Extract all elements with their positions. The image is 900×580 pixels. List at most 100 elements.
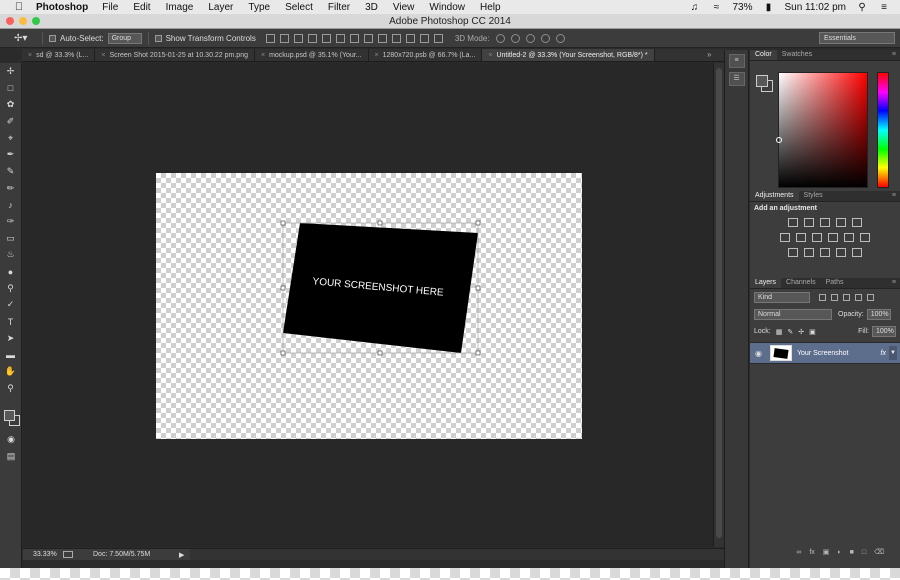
canvas-area[interactable]: YOUR SCREENSHOT HERE bbox=[23, 63, 713, 547]
auto-select-dropdown[interactable]: Group bbox=[107, 32, 142, 44]
selective-color-icon[interactable] bbox=[836, 248, 846, 257]
menu-file[interactable]: File bbox=[102, 2, 118, 13]
menu-layer[interactable]: Layer bbox=[208, 2, 233, 13]
new-layer-icon[interactable]: □ bbox=[862, 549, 866, 556]
eyedropper-tool-icon[interactable]: ✒ bbox=[0, 146, 21, 163]
move-tool-preset-icon[interactable]: ✢▾ bbox=[14, 33, 36, 44]
shape-filter-icon[interactable] bbox=[855, 294, 862, 301]
foreground-color-swatch[interactable] bbox=[4, 410, 15, 421]
threshold-icon[interactable] bbox=[820, 248, 830, 257]
tab-layers[interactable]: Layers bbox=[750, 278, 782, 288]
close-tab-icon[interactable]: × bbox=[101, 49, 105, 61]
path-selection-tool-icon[interactable]: ➤ bbox=[0, 330, 21, 347]
close-window-button[interactable] bbox=[6, 17, 14, 25]
wifi-icon[interactable]: ≈ bbox=[710, 2, 722, 13]
color-swatches[interactable] bbox=[4, 410, 20, 426]
status-menu-arrow-icon[interactable]: ▶ bbox=[179, 551, 184, 559]
blend-mode-dropdown[interactable]: Normal bbox=[754, 309, 832, 320]
curves-icon[interactable] bbox=[820, 218, 830, 227]
add-style-icon[interactable]: fx bbox=[809, 549, 814, 556]
expand-effects-icon[interactable]: ▼ bbox=[889, 346, 897, 360]
lock-pixels-icon[interactable]: ✎ bbox=[787, 328, 793, 336]
new-fill-layer-icon[interactable]: ◐ bbox=[837, 549, 841, 556]
align-left-icon[interactable] bbox=[307, 33, 317, 43]
panel-menu-icon[interactable]: ≡ bbox=[892, 191, 896, 201]
channel-mixer-icon[interactable] bbox=[844, 233, 854, 242]
tab-color[interactable]: Color bbox=[750, 50, 777, 60]
menu-help[interactable]: Help bbox=[480, 2, 501, 13]
fill-input[interactable]: 100% bbox=[872, 326, 896, 337]
dodge-tool-icon[interactable]: ⚲ bbox=[0, 280, 21, 297]
3d-roll-icon[interactable] bbox=[510, 33, 520, 43]
horizontal-scrollbar[interactable] bbox=[190, 549, 724, 560]
clone-stamp-tool-icon[interactable]: ♪ bbox=[0, 197, 21, 214]
list-icon[interactable]: ≡ bbox=[878, 2, 890, 13]
black-white-icon[interactable] bbox=[812, 233, 822, 242]
menu-window[interactable]: Window bbox=[429, 2, 465, 13]
menu-app-name[interactable]: Photoshop bbox=[36, 2, 88, 13]
panel-menu-icon[interactable]: ≡ bbox=[892, 50, 896, 60]
brush-tool-icon[interactable]: ✏ bbox=[0, 180, 21, 197]
tab-swatches[interactable]: Swatches bbox=[777, 50, 817, 60]
hue-saturation-icon[interactable] bbox=[780, 233, 790, 242]
align-bottom-icon[interactable] bbox=[293, 33, 303, 43]
opacity-input[interactable]: 100% bbox=[866, 309, 891, 320]
quick-mask-icon[interactable]: ◉ bbox=[0, 431, 22, 448]
distribute-left-icon[interactable] bbox=[391, 33, 401, 43]
layer-effects-icon[interactable]: fx bbox=[881, 350, 886, 357]
share-icon[interactable] bbox=[63, 551, 73, 558]
distribute-vcenter-icon[interactable] bbox=[363, 33, 373, 43]
exposure-icon[interactable] bbox=[836, 218, 846, 227]
posterize-icon[interactable] bbox=[804, 248, 814, 257]
move-tool-icon[interactable]: ✢ bbox=[0, 63, 21, 80]
color-picker-field[interactable] bbox=[778, 72, 868, 188]
align-vcenter-icon[interactable] bbox=[279, 33, 289, 43]
workspace-switcher[interactable]: Essentials bbox=[819, 32, 895, 44]
quick-select-tool-icon[interactable]: ✐ bbox=[0, 113, 21, 130]
link-layers-icon[interactable]: ∞ bbox=[796, 549, 801, 556]
menu-select[interactable]: Select bbox=[285, 2, 313, 13]
invert-icon[interactable] bbox=[788, 248, 798, 257]
layer-row-your-screenshot[interactable]: ◉ Your Screenshot fx ▼ bbox=[750, 342, 900, 364]
distribute-bottom-icon[interactable] bbox=[377, 33, 387, 43]
adjustment-filter-icon[interactable] bbox=[831, 294, 838, 301]
zoom-tool-icon[interactable]: ⚲ bbox=[0, 380, 21, 397]
bell-icon[interactable]: ♫ bbox=[688, 2, 700, 13]
new-group-icon[interactable]: ■ bbox=[850, 549, 854, 556]
history-brush-tool-icon[interactable]: ✑ bbox=[0, 213, 21, 230]
tab-styles[interactable]: Styles bbox=[799, 191, 828, 201]
distribute-top-icon[interactable] bbox=[349, 33, 359, 43]
align-right-icon[interactable] bbox=[335, 33, 345, 43]
color-picker-cursor[interactable] bbox=[776, 137, 782, 143]
screenshot-layer-artwork[interactable]: YOUR SCREENSHOT HERE bbox=[156, 173, 582, 439]
close-tab-icon[interactable]: × bbox=[28, 49, 32, 61]
close-tab-icon[interactable]: × bbox=[488, 49, 492, 61]
battery-icon[interactable]: ▮ bbox=[762, 2, 774, 13]
3d-rotate-icon[interactable] bbox=[495, 33, 505, 43]
align-hcenter-icon[interactable] bbox=[321, 33, 331, 43]
paint-bucket-tool-icon[interactable]: ♨ bbox=[0, 247, 21, 264]
hue-slider[interactable] bbox=[877, 72, 889, 188]
tab-adjustments[interactable]: Adjustments bbox=[750, 191, 799, 201]
rectangle-tool-icon[interactable]: ▬ bbox=[0, 347, 21, 364]
brightness-icon[interactable] bbox=[788, 218, 798, 227]
vibrance-icon[interactable] bbox=[852, 218, 862, 227]
healing-brush-tool-icon[interactable]: ✎ bbox=[0, 163, 21, 180]
auto-select-checkbox[interactable] bbox=[49, 34, 56, 42]
type-filter-icon[interactable] bbox=[843, 294, 850, 301]
tab-doc-active[interactable]: × Untitled-2 @ 33.3% (Your Screenshot, RG… bbox=[482, 49, 655, 61]
menu-3d[interactable]: 3D bbox=[365, 2, 378, 13]
pixel-filter-icon[interactable] bbox=[819, 294, 826, 301]
eraser-tool-icon[interactable]: ▭ bbox=[0, 230, 21, 247]
3d-drag-icon[interactable] bbox=[525, 33, 535, 43]
crop-tool-icon[interactable]: ⌖ bbox=[0, 130, 21, 147]
menu-image[interactable]: Image bbox=[166, 2, 194, 13]
panel-foreground-swatch[interactable] bbox=[756, 75, 768, 87]
zoom-level[interactable]: 33.33% bbox=[33, 551, 63, 558]
scrollbar-thumb[interactable] bbox=[716, 68, 722, 538]
levels-icon[interactable] bbox=[804, 218, 814, 227]
distribute-right-icon[interactable] bbox=[419, 33, 429, 43]
tab-paths[interactable]: Paths bbox=[821, 278, 849, 288]
3d-scale-icon[interactable] bbox=[555, 33, 565, 43]
clock[interactable]: Sun 11:02 pm bbox=[784, 2, 846, 13]
